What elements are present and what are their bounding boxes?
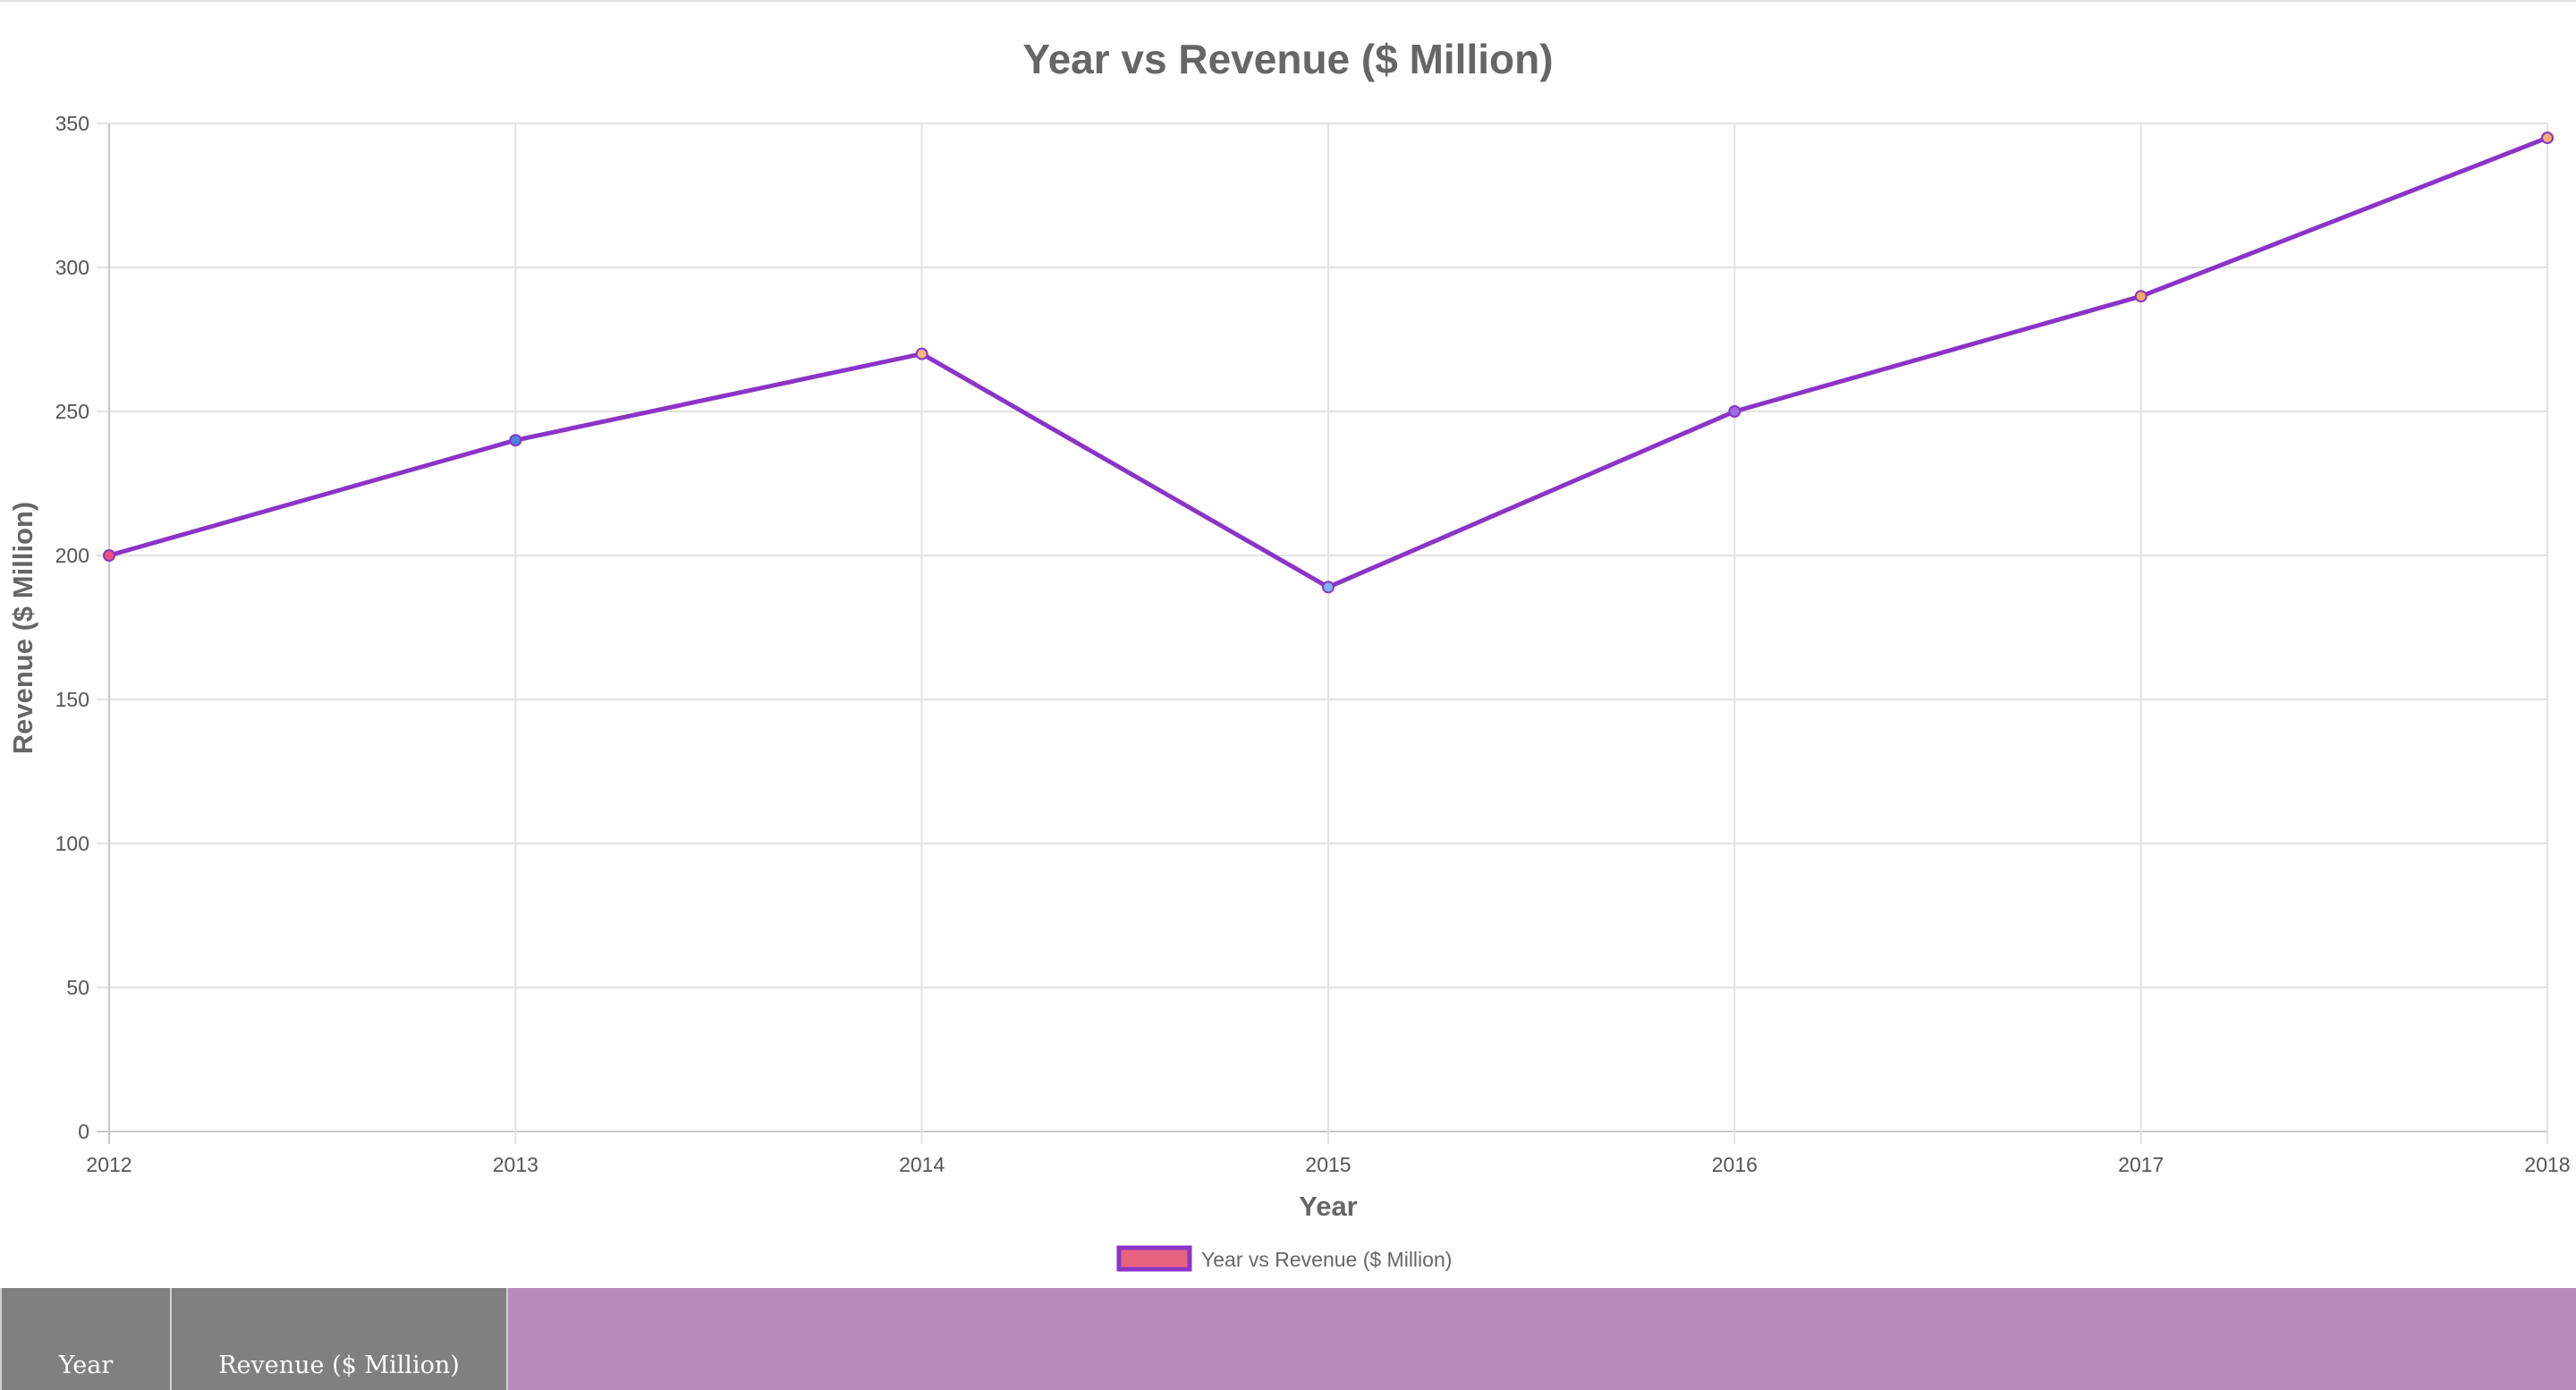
y-tick-label: 150 <box>55 688 89 711</box>
data-point[interactable] <box>1322 581 1335 594</box>
y-tick-label: 50 <box>66 976 89 999</box>
y-axis-title: Revenue ($ Million) <box>7 502 38 754</box>
data-point[interactable] <box>1728 405 1741 418</box>
y-tick-label: 300 <box>55 256 89 279</box>
x-axis-ticks: 2012 2013 2014 2015 2016 2017 2018 <box>86 1153 2570 1176</box>
x-tick-label: 2015 <box>1305 1153 1351 1176</box>
y-axis-ticks: 0 50 100 150 200 250 300 350 <box>55 112 89 1143</box>
y-tick-label: 350 <box>55 112 89 135</box>
table-header-year[interactable]: Year <box>0 1288 170 1390</box>
table-header-revenue-label: Revenue ($ Million) <box>218 1352 460 1379</box>
y-tick-label: 100 <box>55 832 89 855</box>
x-tick-label: 2012 <box>86 1153 131 1176</box>
data-point[interactable] <box>915 347 928 360</box>
data-point[interactable] <box>2541 131 2554 145</box>
data-table: Year Revenue ($ Million) <box>0 1288 2576 1390</box>
chart-title: Year vs Revenue ($ Million) <box>1022 36 1553 82</box>
x-tick-label: 2017 <box>2118 1153 2164 1176</box>
data-point[interactable] <box>509 434 522 447</box>
table-header-year-label: Year <box>58 1352 114 1379</box>
x-tick-label: 2018 <box>2524 1153 2570 1176</box>
x-tick-label: 2016 <box>1712 1153 1758 1176</box>
x-axis-title: Year <box>1299 1191 1358 1222</box>
grid <box>97 123 2548 1144</box>
x-tick-label: 2014 <box>899 1153 945 1176</box>
legend-label[interactable]: Year vs Revenue ($ Million) <box>1201 1248 1452 1271</box>
y-tick-label: 250 <box>55 400 89 423</box>
page: Year vs Revenue ($ Million) 0 50 100 150 200… <box>0 0 2576 1390</box>
x-tick-label: 2013 <box>493 1153 538 1176</box>
y-tick-label: 200 <box>55 544 89 567</box>
legend-swatch[interactable] <box>1116 1245 1192 1272</box>
data-point[interactable] <box>2134 290 2148 303</box>
line-chart: Year vs Revenue ($ Million) 0 50 100 150 200… <box>7 36 2571 1272</box>
chart-container: Year vs Revenue ($ Million) 0 50 100 150 200… <box>0 2 2576 1288</box>
y-tick-label: 0 <box>78 1120 89 1143</box>
data-point[interactable] <box>103 549 115 562</box>
table-header-revenue[interactable]: Revenue ($ Million) <box>170 1288 508 1390</box>
legend[interactable]: Year vs Revenue ($ Million) <box>1116 1245 1452 1272</box>
